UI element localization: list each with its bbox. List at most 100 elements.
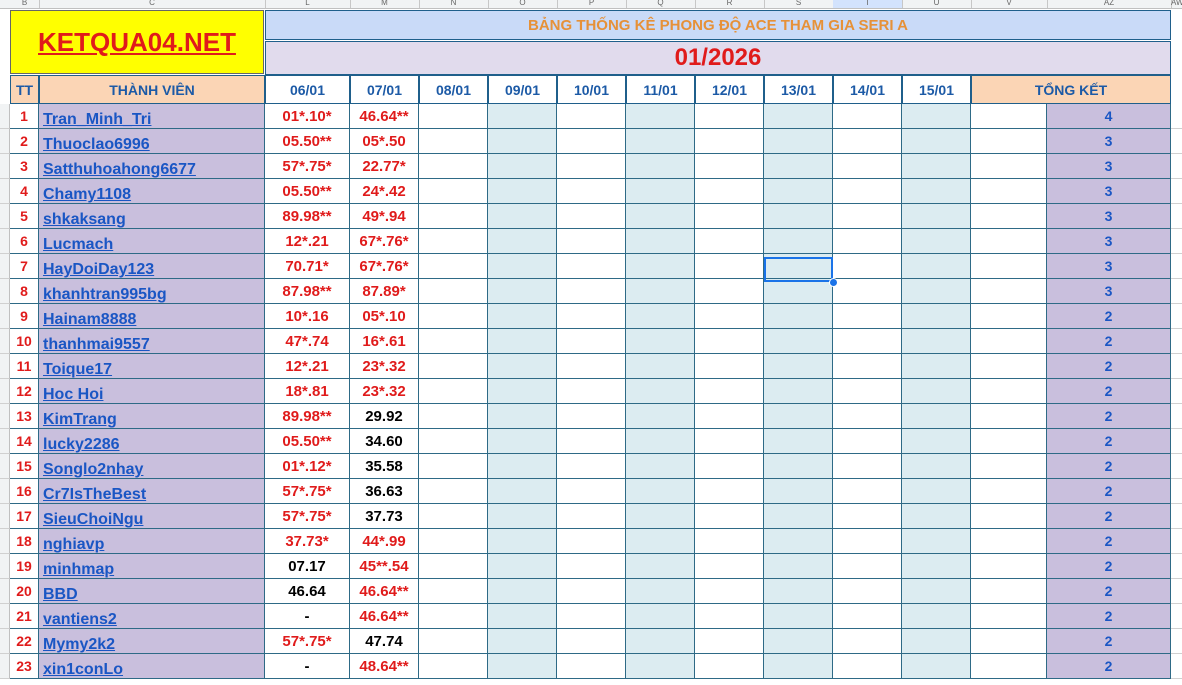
total-score-cell[interactable]: 2: [1047, 454, 1171, 479]
empty-result-cell[interactable]: [902, 479, 971, 504]
empty-result-cell[interactable]: [833, 154, 902, 179]
empty-result-cell[interactable]: [419, 454, 488, 479]
empty-result-cell[interactable]: [557, 229, 626, 254]
total-score-cell[interactable]: 2: [1047, 554, 1171, 579]
result-cell-07-01[interactable]: 46.64**: [350, 604, 419, 629]
empty-result-cell[interactable]: [488, 229, 557, 254]
member-name-link[interactable]: Satthuhoahong6677: [39, 154, 265, 179]
result-cell-06-01[interactable]: -: [265, 654, 350, 679]
result-cell-06-01[interactable]: 70.71*: [265, 254, 350, 279]
summary-blank-cell[interactable]: [971, 454, 1047, 479]
header-date-12-01[interactable]: 12/01: [695, 75, 764, 104]
empty-result-cell[interactable]: [419, 154, 488, 179]
total-score-cell[interactable]: 2: [1047, 329, 1171, 354]
empty-result-cell[interactable]: [902, 329, 971, 354]
member-name-link[interactable]: HayDoiDay123: [39, 254, 265, 279]
empty-result-cell[interactable]: [626, 329, 695, 354]
summary-blank-cell[interactable]: [971, 204, 1047, 229]
result-cell-07-01[interactable]: 48.64**: [350, 654, 419, 679]
empty-result-cell[interactable]: [626, 429, 695, 454]
empty-result-cell[interactable]: [419, 129, 488, 154]
empty-result-cell[interactable]: [626, 379, 695, 404]
total-score-cell[interactable]: 2: [1047, 404, 1171, 429]
empty-result-cell[interactable]: [488, 654, 557, 679]
row-number-cell[interactable]: 23: [10, 654, 39, 679]
empty-result-cell[interactable]: [833, 129, 902, 154]
column-header-letter[interactable]: U: [902, 0, 972, 8]
total-score-cell[interactable]: 3: [1047, 279, 1171, 304]
header-date-09-01[interactable]: 09/01: [488, 75, 557, 104]
column-header-letter[interactable]: AZ: [1047, 0, 1172, 8]
member-name-link[interactable]: lucky2286: [39, 429, 265, 454]
row-number-cell[interactable]: 19: [10, 554, 39, 579]
empty-result-cell[interactable]: [695, 604, 764, 629]
empty-result-cell[interactable]: [695, 229, 764, 254]
row-number-cell[interactable]: 18: [10, 529, 39, 554]
site-logo-cell[interactable]: KETQUA04.NET: [10, 10, 264, 74]
result-cell-06-01[interactable]: 89.98**: [265, 404, 350, 429]
result-cell-06-01[interactable]: 46.64: [265, 579, 350, 604]
empty-result-cell[interactable]: [833, 104, 902, 129]
result-cell-07-01[interactable]: 23*.32: [350, 379, 419, 404]
empty-result-cell[interactable]: [557, 179, 626, 204]
empty-result-cell[interactable]: [419, 504, 488, 529]
empty-result-cell[interactable]: [626, 454, 695, 479]
result-cell-06-01[interactable]: 37.73*: [265, 529, 350, 554]
empty-result-cell[interactable]: [488, 104, 557, 129]
empty-result-cell[interactable]: [488, 404, 557, 429]
empty-result-cell[interactable]: [902, 179, 971, 204]
summary-blank-cell[interactable]: [971, 329, 1047, 354]
empty-result-cell[interactable]: [902, 254, 971, 279]
result-cell-07-01[interactable]: 24*.42: [350, 179, 419, 204]
header-date-10-01[interactable]: 10/01: [557, 75, 626, 104]
empty-result-cell[interactable]: [419, 654, 488, 679]
empty-result-cell[interactable]: [419, 104, 488, 129]
empty-result-cell[interactable]: [902, 504, 971, 529]
member-name-link[interactable]: Lucmach: [39, 229, 265, 254]
empty-result-cell[interactable]: [833, 379, 902, 404]
empty-result-cell[interactable]: [626, 204, 695, 229]
row-number-cell[interactable]: 15: [10, 454, 39, 479]
column-header-letter[interactable]: B: [10, 0, 40, 8]
empty-result-cell[interactable]: [626, 129, 695, 154]
empty-result-cell[interactable]: [764, 529, 833, 554]
empty-result-cell[interactable]: [833, 204, 902, 229]
result-cell-06-01[interactable]: 18*.81: [265, 379, 350, 404]
total-score-cell[interactable]: 2: [1047, 429, 1171, 454]
empty-result-cell[interactable]: [626, 354, 695, 379]
row-number-cell[interactable]: 8: [10, 279, 39, 304]
result-cell-07-01[interactable]: 16*.61: [350, 329, 419, 354]
empty-result-cell[interactable]: [695, 329, 764, 354]
result-cell-07-01[interactable]: 87.89*: [350, 279, 419, 304]
empty-result-cell[interactable]: [764, 129, 833, 154]
empty-result-cell[interactable]: [557, 504, 626, 529]
empty-result-cell[interactable]: [419, 179, 488, 204]
member-name-link[interactable]: nghiavp: [39, 529, 265, 554]
empty-result-cell[interactable]: [488, 579, 557, 604]
row-number-cell[interactable]: 4: [10, 179, 39, 204]
row-number-cell[interactable]: 16: [10, 479, 39, 504]
empty-result-cell[interactable]: [902, 279, 971, 304]
empty-result-cell[interactable]: [695, 304, 764, 329]
header-summary[interactable]: TỔNG KẾT: [971, 75, 1171, 104]
empty-result-cell[interactable]: [557, 154, 626, 179]
empty-result-cell[interactable]: [557, 479, 626, 504]
summary-blank-cell[interactable]: [971, 304, 1047, 329]
empty-result-cell[interactable]: [557, 629, 626, 654]
empty-result-cell[interactable]: [833, 629, 902, 654]
empty-result-cell[interactable]: [488, 529, 557, 554]
empty-result-cell[interactable]: [557, 204, 626, 229]
empty-result-cell[interactable]: [902, 104, 971, 129]
result-cell-06-01[interactable]: 10*.16: [265, 304, 350, 329]
empty-result-cell[interactable]: [764, 379, 833, 404]
empty-result-cell[interactable]: [695, 554, 764, 579]
summary-blank-cell[interactable]: [971, 654, 1047, 679]
result-cell-07-01[interactable]: 46.64**: [350, 104, 419, 129]
empty-result-cell[interactable]: [764, 154, 833, 179]
empty-result-cell[interactable]: [902, 304, 971, 329]
empty-result-cell[interactable]: [626, 404, 695, 429]
empty-result-cell[interactable]: [488, 479, 557, 504]
member-name-link[interactable]: KimTrang: [39, 404, 265, 429]
empty-result-cell[interactable]: [833, 329, 902, 354]
empty-result-cell[interactable]: [626, 154, 695, 179]
